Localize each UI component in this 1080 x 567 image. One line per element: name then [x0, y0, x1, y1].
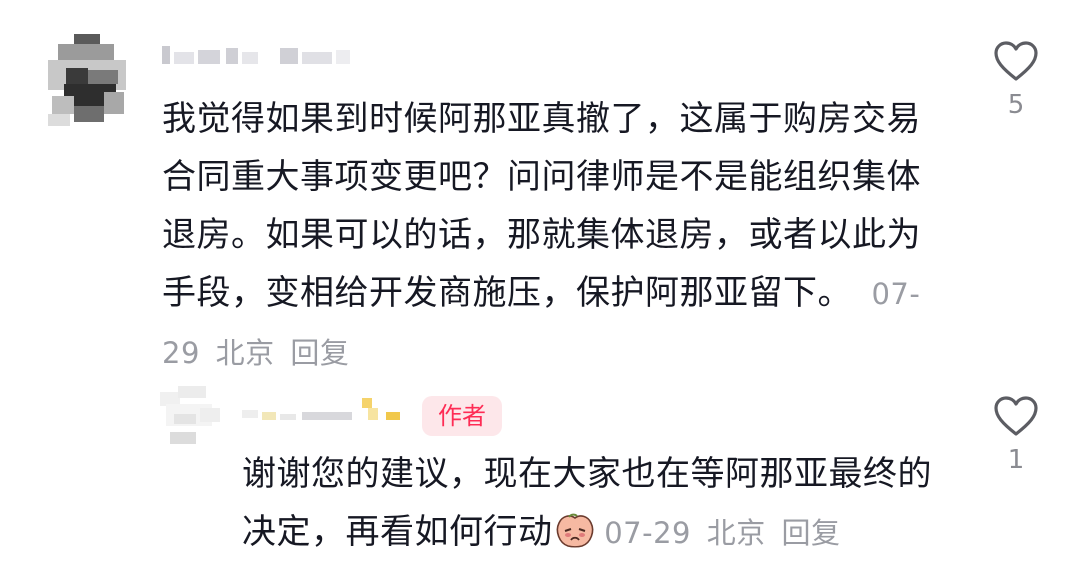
commenter-avatar[interactable] [44, 30, 128, 126]
author-badge: 作者 [422, 396, 502, 436]
reply-reply-button[interactable]: 回复 [781, 516, 840, 550]
author-avatar[interactable] [160, 386, 224, 452]
comment-body[interactable]: 我觉得如果到时候阿那亚真撤了，这属于购房交易合同重大事项变更吧？问问律师是不是能… [162, 90, 932, 382]
author-username-blurred[interactable] [240, 394, 410, 428]
heart-outline-icon[interactable] [986, 40, 1046, 86]
crying-peach-emoji [555, 509, 595, 567]
comment-text: 我觉得如果到时候阿那亚真撤了，这属于购房交易合同重大事项变更吧？问问律师是不是能… [162, 99, 921, 313]
reply-meta: 07-29 北京 回复 [595, 516, 847, 550]
reply-location: 北京 [706, 516, 766, 550]
reply-body[interactable]: 谢谢您的建议，现在大家也在等阿那亚最终的决定，再看如何行动 07-29 北京 回… [242, 445, 942, 567]
comment-location: 北京 [215, 336, 275, 370]
heart-outline-icon[interactable] [986, 395, 1046, 441]
comment-reply-button[interactable]: 回复 [290, 336, 349, 370]
comment-like: 5 [986, 40, 1046, 120]
reply-like: 1 [986, 395, 1046, 475]
commenter-username-blurred[interactable] [160, 42, 360, 70]
comment-like-count: 5 [1007, 90, 1025, 120]
reply-like-count: 1 [1007, 445, 1025, 475]
reply-date: 07-29 [604, 516, 691, 550]
